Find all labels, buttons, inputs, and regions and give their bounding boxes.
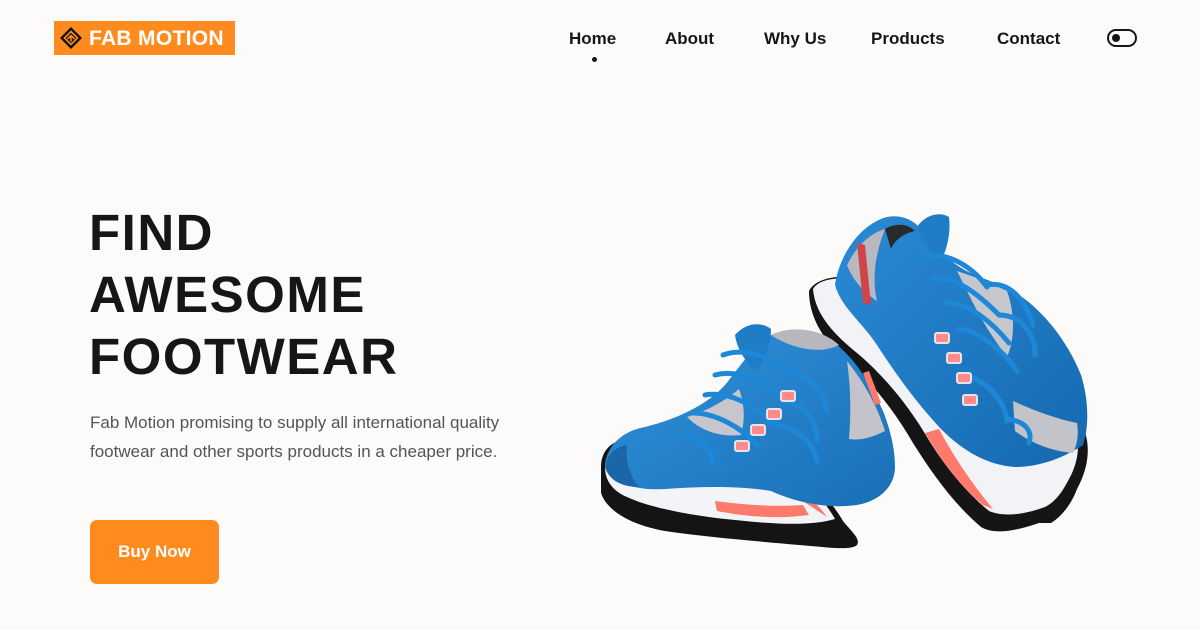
nav-link-home[interactable]: Home bbox=[569, 28, 616, 50]
nav-link-products[interactable]: Products bbox=[871, 28, 945, 50]
hero-title-line: FOOTWEAR bbox=[89, 328, 399, 385]
hero-title-line: FIND bbox=[89, 204, 214, 261]
nav-link-contact[interactable]: Contact bbox=[997, 28, 1060, 50]
hero-title-line: AWESOME bbox=[89, 266, 366, 323]
hero-description: Fab Motion promising to supply all inter… bbox=[90, 413, 500, 461]
nav-link-why-us[interactable]: Why Us bbox=[764, 28, 826, 50]
theme-toggle[interactable] bbox=[1107, 29, 1137, 47]
active-nav-indicator bbox=[592, 57, 597, 62]
toggle-switch-icon bbox=[1112, 34, 1120, 42]
buy-now-button[interactable]: Buy Now bbox=[90, 520, 219, 584]
nav-link-about[interactable]: About bbox=[665, 28, 714, 50]
hero-title: FIND AWESOME FOOTWEAR bbox=[89, 202, 398, 388]
main-nav: Home About Why Us Products Contact bbox=[0, 28, 1200, 68]
sneakers-image bbox=[601, 214, 1088, 549]
